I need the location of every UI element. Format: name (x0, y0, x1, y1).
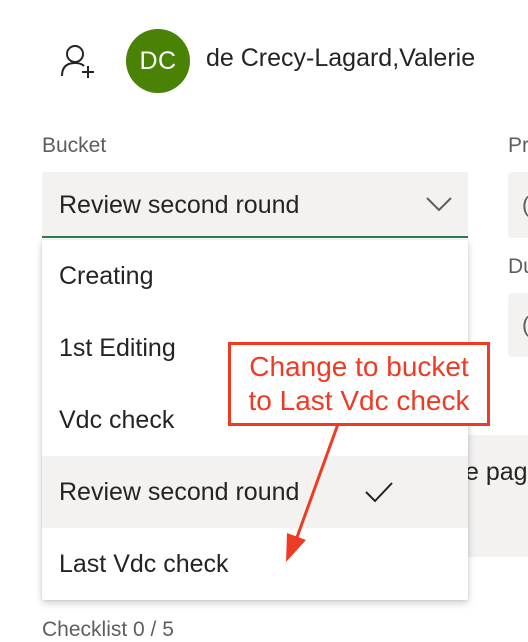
annotation-callout: Change to bucket to Last Vdc check (228, 342, 490, 426)
bucket-select[interactable]: Review second round (42, 172, 468, 238)
option-label: Last Vdc check (59, 549, 229, 578)
priority-value-partial: ( (522, 192, 528, 218)
due-value-partial: ( (522, 312, 528, 338)
checkmark-icon (365, 482, 393, 503)
bucket-select-value: Review second round (59, 191, 300, 219)
annotation-line-2: to Last Vdc check (248, 385, 470, 416)
priority-label-partial: Pr (508, 134, 528, 157)
bucket-option-last-vdc-check[interactable]: Last Vdc check (42, 528, 468, 600)
assign-person-icon[interactable] (60, 42, 96, 82)
option-label: Review second round (59, 477, 300, 506)
background-text-partial: e pag (465, 458, 528, 486)
bucket-option-creating[interactable]: Creating (42, 240, 468, 312)
assignee-name: de Crecy-Lagard,Valerie (206, 44, 476, 72)
option-label: 1st Editing (59, 333, 176, 362)
due-label-partial: Du (508, 255, 528, 278)
annotation-line-1: Change to bucket (249, 351, 469, 382)
checklist-label: Checklist 0 / 5 (42, 618, 174, 641)
assignee-avatar[interactable]: DC (126, 29, 190, 93)
bucket-option-review-second-round[interactable]: Review second round (42, 456, 468, 528)
chevron-down-icon (426, 197, 452, 212)
bucket-label: Bucket (42, 134, 107, 157)
option-label: Vdc check (59, 405, 175, 434)
option-label: Creating (59, 261, 154, 290)
